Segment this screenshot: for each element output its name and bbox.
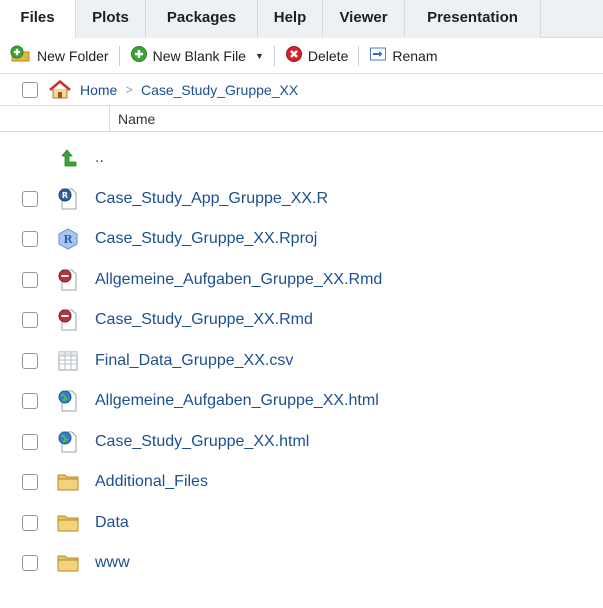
breadcrumb: Home > Case_Study_Gruppe_XX — [0, 74, 603, 106]
svg-text:R: R — [63, 233, 73, 246]
new-file-plus-icon — [130, 45, 148, 66]
new-folder-button[interactable]: New Folder — [6, 42, 113, 70]
select-all-checkbox[interactable] — [22, 81, 38, 98]
home-icon[interactable] — [48, 79, 72, 100]
tab-viewer[interactable]: Viewer — [323, 0, 405, 38]
list-item: Case_Study_Gruppe_XX.Rmd — [0, 300, 603, 341]
file-checkbox[interactable] — [22, 433, 38, 450]
file-checkbox[interactable] — [22, 474, 38, 491]
file-name[interactable]: Allgemeine_Aufgaben_Gruppe_XX.html — [95, 392, 379, 410]
rename-button[interactable]: Renam — [365, 42, 441, 70]
file-name[interactable]: Additional_Files — [95, 473, 208, 491]
list-item: Allgemeine_Aufgaben_Gruppe_XX.html — [0, 381, 603, 422]
delete-button[interactable]: Delete — [281, 42, 352, 70]
new-folder-icon — [10, 45, 32, 66]
files-pane: Files Plots Packages Help Viewer Present… — [0, 0, 603, 608]
chevron-down-icon: ▼ — [254, 50, 264, 61]
rproj-icon: R — [57, 228, 79, 250]
breadcrumb-current-folder[interactable]: Case_Study_Gruppe_XX — [141, 82, 298, 98]
rename-label: Renam — [392, 47, 438, 64]
file-name[interactable]: Final_Data_Gruppe_XX.csv — [95, 352, 293, 370]
rmarkdown-icon — [57, 269, 79, 291]
up-arrow-icon — [57, 147, 79, 169]
html-icon — [57, 431, 79, 453]
file-checkbox[interactable] — [22, 393, 38, 410]
file-name[interactable]: www — [95, 554, 130, 572]
file-checkbox[interactable] — [22, 514, 38, 531]
list-item: Case_Study_Gruppe_XX.html — [0, 422, 603, 463]
folder-icon — [57, 512, 79, 534]
html-icon — [57, 390, 79, 412]
list-item: Data — [0, 503, 603, 544]
file-checkbox[interactable] — [22, 352, 38, 369]
file-name[interactable]: Allgemeine_Aufgaben_Gruppe_XX.Rmd — [95, 271, 382, 289]
list-item: Final_Data_Gruppe_XX.csv — [0, 341, 603, 382]
name-column-header[interactable]: Name — [110, 111, 155, 127]
tab-overflow-area — [541, 0, 603, 37]
file-checkbox[interactable] — [22, 312, 38, 329]
file-name[interactable]: Case_Study_Gruppe_XX.html — [95, 433, 309, 451]
list-item: Additional_Files — [0, 462, 603, 503]
new-blank-file-label: New Blank File — [152, 47, 246, 64]
file-checkbox[interactable] — [22, 190, 38, 207]
file-name[interactable]: Data — [95, 514, 129, 532]
breadcrumb-home[interactable]: Home — [80, 82, 117, 98]
parent-directory-row[interactable]: .. — [0, 138, 603, 179]
file-checkbox[interactable] — [22, 271, 38, 288]
file-checkbox[interactable] — [22, 231, 38, 248]
file-checkbox[interactable] — [22, 555, 38, 572]
list-item: www — [0, 543, 603, 584]
toolbar-divider — [273, 45, 275, 66]
file-name[interactable]: Case_Study_Gruppe_XX.Rmd — [95, 311, 313, 329]
r-script-icon: R — [57, 188, 79, 210]
rename-icon — [369, 45, 387, 66]
file-name[interactable]: Case_Study_Gruppe_XX.Rproj — [95, 230, 317, 248]
file-list-header: Name — [0, 106, 603, 132]
rmarkdown-icon — [57, 309, 79, 331]
list-item: Allgemeine_Aufgaben_Gruppe_XX.Rmd — [0, 260, 603, 301]
header-icon-column — [0, 106, 110, 131]
file-list: .. R Case_Study_App_Gruppe_XX.R R Case_S… — [0, 132, 603, 584]
tab-help[interactable]: Help — [258, 0, 323, 38]
toolbar-divider — [118, 45, 120, 66]
files-toolbar: New Folder New Blank File ▼ Delete Renam — [0, 38, 603, 74]
delete-label: Delete — [307, 47, 349, 64]
tab-packages[interactable]: Packages — [146, 0, 258, 38]
pane-tab-bar: Files Plots Packages Help Viewer Present… — [0, 0, 603, 38]
folder-icon — [57, 471, 79, 493]
list-item: R Case_Study_App_Gruppe_XX.R — [0, 179, 603, 220]
file-name[interactable]: Case_Study_App_Gruppe_XX.R — [95, 190, 328, 208]
svg-text:R: R — [62, 191, 68, 200]
list-item: R Case_Study_Gruppe_XX.Rproj — [0, 219, 603, 260]
csv-icon — [57, 350, 79, 372]
tab-files[interactable]: Files — [0, 0, 76, 38]
new-folder-label: New Folder — [37, 47, 109, 64]
parent-directory-label[interactable]: .. — [95, 149, 104, 167]
new-blank-file-button[interactable]: New Blank File ▼ — [126, 42, 268, 70]
folder-icon — [57, 552, 79, 574]
breadcrumb-separator: > — [125, 82, 133, 97]
delete-icon — [285, 45, 303, 66]
toolbar-divider — [358, 45, 360, 66]
tab-plots[interactable]: Plots — [76, 0, 146, 38]
tab-presentation[interactable]: Presentation — [405, 0, 541, 38]
